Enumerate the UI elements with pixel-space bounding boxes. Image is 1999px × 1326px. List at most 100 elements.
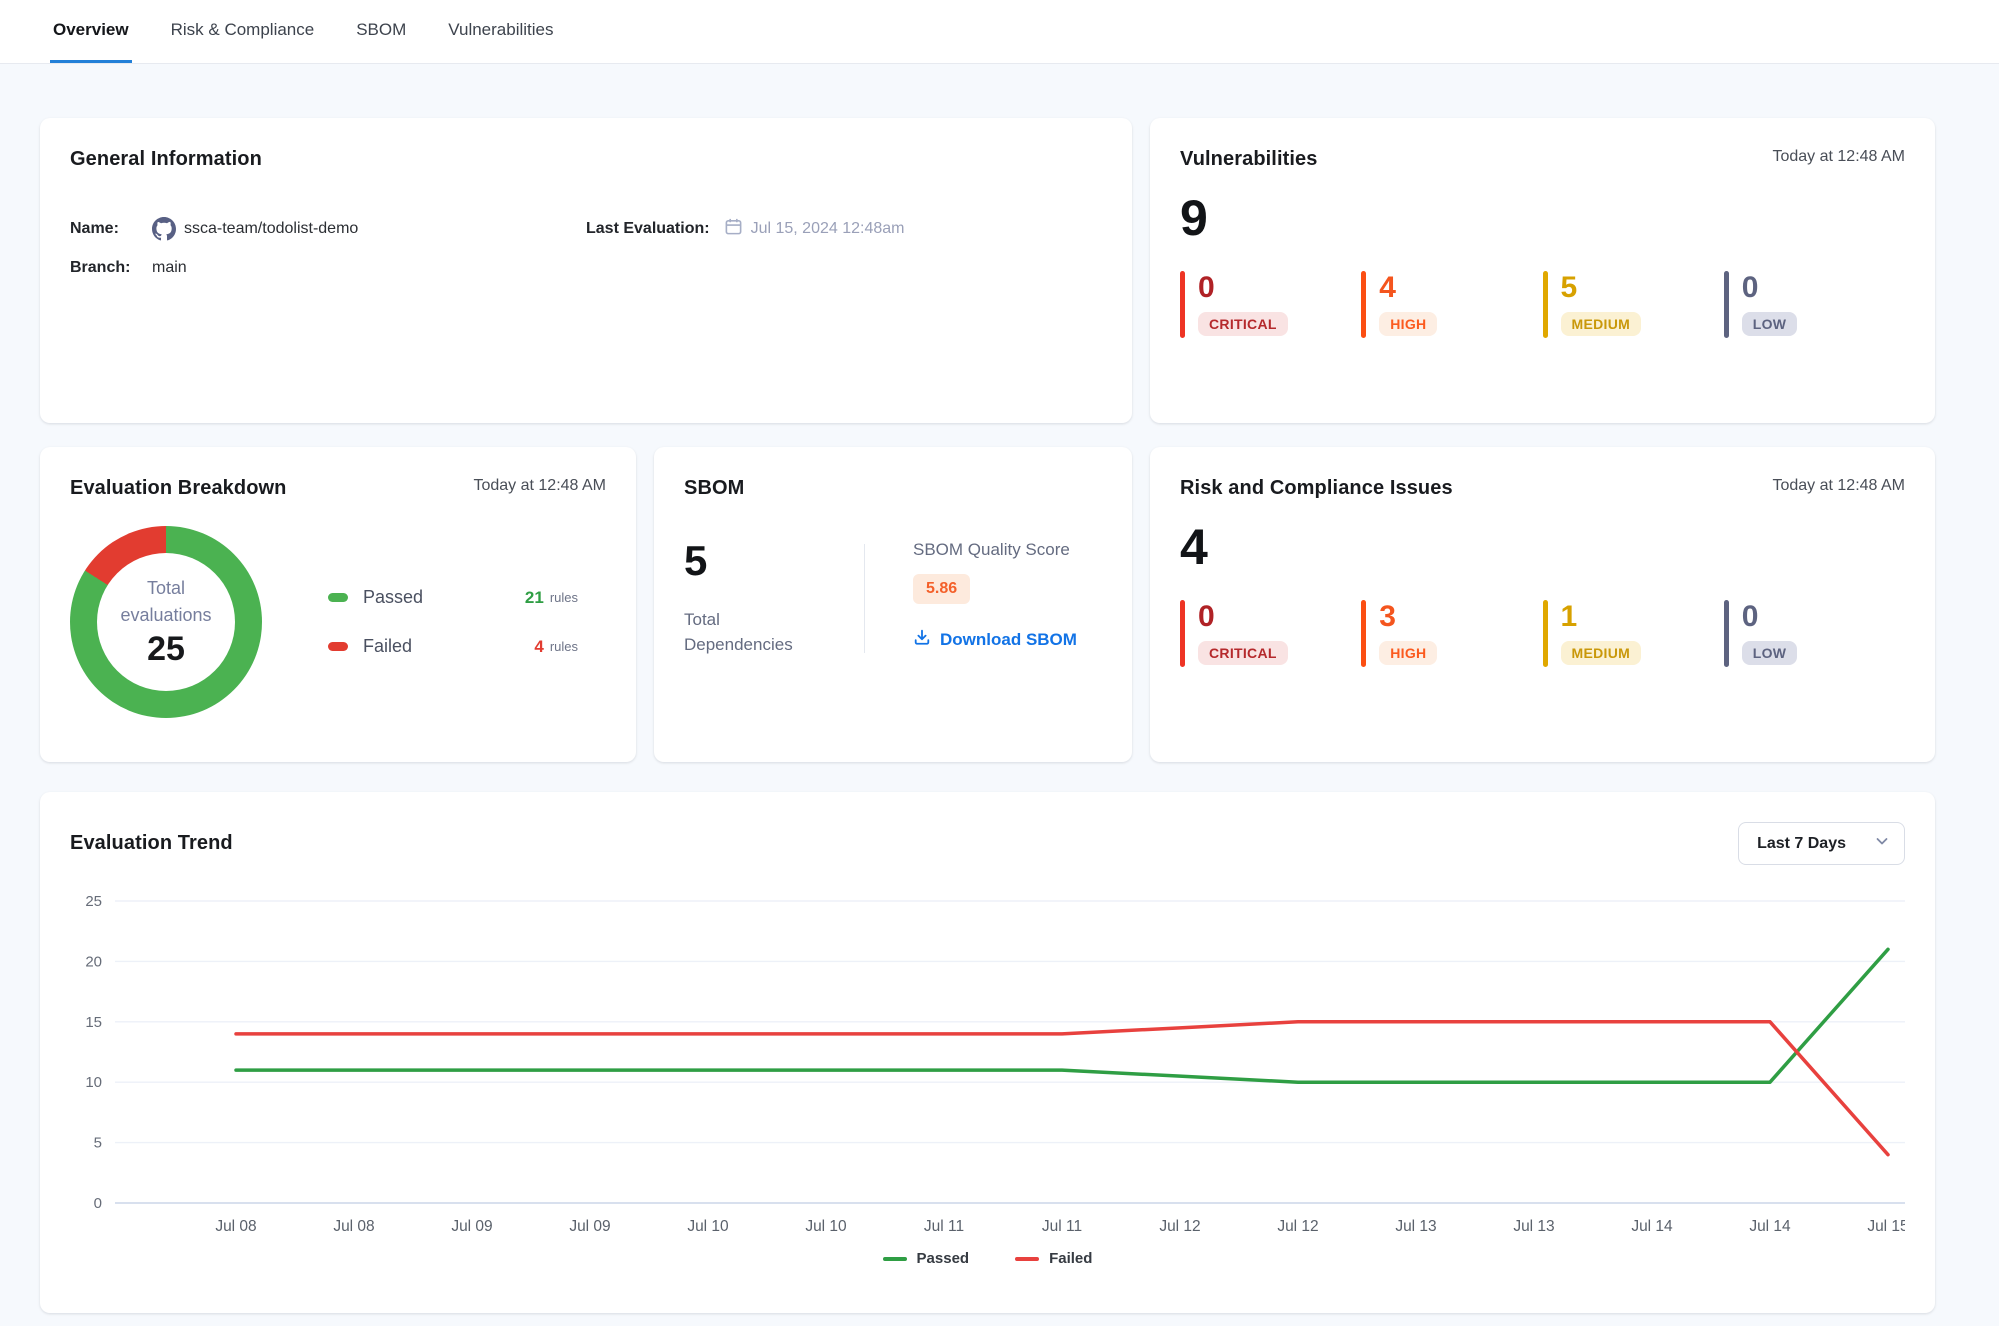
sbom-quality-score-badge: 5.86 [913, 574, 970, 604]
svg-text:Jul 10: Jul 10 [687, 1218, 729, 1235]
evaluation-trend-line-chart: 0510152025Jul 08Jul 08Jul 09Jul 09Jul 10… [70, 879, 1905, 1241]
severity-count: 4 [1379, 271, 1437, 304]
svg-text:15: 15 [85, 1014, 102, 1031]
severity-badge: HIGH [1379, 312, 1437, 336]
severity-count: 1 [1561, 600, 1642, 633]
tab-sbom[interactable]: SBOM [353, 0, 409, 63]
severity-bar [1543, 600, 1548, 667]
last-evaluation-value: Jul 15, 2024 12:48am [751, 220, 905, 238]
svg-text:Jul 13: Jul 13 [1395, 1218, 1436, 1235]
svg-text:Jul 09: Jul 09 [451, 1218, 492, 1235]
tab-bar: Overview Risk & Compliance SBOM Vulnerab… [0, 0, 1999, 64]
svg-text:Jul 08: Jul 08 [215, 1218, 256, 1235]
branch-label: Branch: [70, 259, 152, 277]
passed-count: 21 [525, 588, 544, 608]
date-range-dropdown[interactable]: Last 7 Days [1738, 822, 1905, 865]
vertical-divider [864, 544, 865, 653]
last-evaluation-column: Last Evaluation: Jul 15, 2024 12:48am [586, 217, 1102, 277]
severity-bar [1543, 271, 1548, 338]
severity-badge: MEDIUM [1561, 641, 1642, 665]
severity-count: 5 [1561, 271, 1642, 304]
severity-count: 0 [1742, 271, 1798, 304]
svg-text:Jul 12: Jul 12 [1159, 1218, 1200, 1235]
svg-text:20: 20 [85, 953, 102, 970]
legend-item-passed[interactable]: Passed [883, 1250, 970, 1267]
severity-critical: 0 CRITICAL [1180, 600, 1361, 667]
total-dependencies-label: Total Dependencies [684, 608, 824, 657]
failed-count: 4 [534, 637, 543, 657]
branch-row: Branch: main [70, 259, 586, 277]
svg-text:25: 25 [85, 893, 102, 910]
total-dependencies-value: 5 [684, 540, 864, 582]
name-row: Name: ssca-team/todolist-demo [70, 217, 586, 241]
github-icon [152, 217, 176, 241]
evaluations-donut-chart: Total evaluations 25 [70, 526, 262, 718]
branch-value: main [152, 259, 187, 277]
severity-badge: CRITICAL [1198, 312, 1288, 336]
severity-medium: 5 MEDIUM [1543, 271, 1724, 338]
severity-bar [1724, 271, 1729, 338]
repo-name-value: ssca-team/todolist-demo [184, 220, 358, 238]
svg-text:Jul 09: Jul 09 [569, 1218, 610, 1235]
svg-text:Jul 10: Jul 10 [805, 1218, 847, 1235]
severity-count: 0 [1742, 600, 1798, 633]
severity-badge: LOW [1742, 312, 1798, 336]
vulnerabilities-total: 9 [1180, 193, 1905, 243]
legend-row-failed: Failed 4 rules [328, 636, 578, 657]
evaluation-breakdown-card: Evaluation Breakdown Today at 12:48 AM T… [40, 447, 636, 762]
chevron-down-icon [1874, 833, 1890, 854]
risk-compliance-total: 4 [1180, 522, 1905, 572]
calendar-icon [724, 217, 743, 241]
risk-compliance-timestamp: Today at 12:48 AM [1772, 477, 1905, 495]
sbom-card: SBOM 5 Total Dependencies SBOM Quality S… [654, 447, 1132, 762]
tab-risk-compliance[interactable]: Risk & Compliance [168, 0, 318, 63]
severity-low: 0 LOW [1724, 271, 1905, 338]
general-information-card: General Information Name: ssca-team/todo… [40, 118, 1132, 423]
last-evaluation-row: Last Evaluation: Jul 15, 2024 12:48am [586, 217, 1102, 241]
svg-text:10: 10 [85, 1074, 102, 1091]
failed-pill-icon [328, 642, 348, 651]
sbom-quality-score-label: SBOM Quality Score [913, 540, 1077, 560]
donut-total-value: 25 [147, 630, 185, 669]
severity-medium: 1 MEDIUM [1543, 600, 1724, 667]
svg-text:0: 0 [94, 1195, 102, 1212]
last-evaluation-label: Last Evaluation: [586, 220, 710, 238]
severity-critical: 0 CRITICAL [1180, 271, 1361, 338]
severity-badge: HIGH [1379, 641, 1437, 665]
severity-badge: MEDIUM [1561, 312, 1642, 336]
severity-bar [1361, 271, 1366, 338]
tab-overview[interactable]: Overview [50, 0, 132, 63]
evaluation-trend-title: Evaluation Trend [70, 832, 233, 855]
download-sbom-label: Download SBOM [940, 630, 1077, 650]
severity-count: 0 [1198, 600, 1288, 633]
legend-failed-label: Failed [1049, 1250, 1092, 1267]
vulnerabilities-title: Vulnerabilities [1180, 148, 1317, 171]
severity-high: 4 HIGH [1361, 271, 1542, 338]
dashboard-content: General Information Name: ssca-team/todo… [0, 64, 1999, 1313]
legend-row-passed: Passed 21 rules [328, 587, 578, 608]
evaluation-breakdown-timestamp: Today at 12:48 AM [473, 477, 606, 495]
donut-center-label: evaluations [120, 602, 211, 628]
vulnerabilities-timestamp: Today at 12:48 AM [1772, 148, 1905, 166]
legend-item-failed[interactable]: Failed [1015, 1250, 1092, 1267]
passed-pill-icon [328, 593, 348, 602]
svg-text:Jul 11: Jul 11 [1042, 1218, 1082, 1235]
failed-line-icon [1015, 1257, 1039, 1261]
general-information-title: General Information [70, 148, 262, 171]
vulnerabilities-card: Vulnerabilities Today at 12:48 AM 9 0 CR… [1150, 118, 1935, 423]
tab-vulnerabilities[interactable]: Vulnerabilities [445, 0, 556, 63]
severity-high: 3 HIGH [1361, 600, 1542, 667]
passed-line-icon [883, 1257, 907, 1261]
severity-badge: LOW [1742, 641, 1798, 665]
risk-compliance-card: Risk and Compliance Issues Today at 12:4… [1150, 447, 1935, 762]
passed-unit: rules [550, 590, 578, 605]
svg-text:Jul 13: Jul 13 [1513, 1218, 1554, 1235]
donut-center-label: Total [147, 575, 185, 601]
evaluation-breakdown-title: Evaluation Breakdown [70, 477, 287, 500]
legend-passed-label: Passed [917, 1250, 970, 1267]
severity-count: 3 [1379, 600, 1437, 633]
failed-unit: rules [550, 639, 578, 654]
evaluation-trend-card: Evaluation Trend Last 7 Days 0510152025J… [40, 792, 1935, 1313]
download-sbom-link[interactable]: Download SBOM [913, 628, 1077, 651]
severity-bar [1361, 600, 1366, 667]
